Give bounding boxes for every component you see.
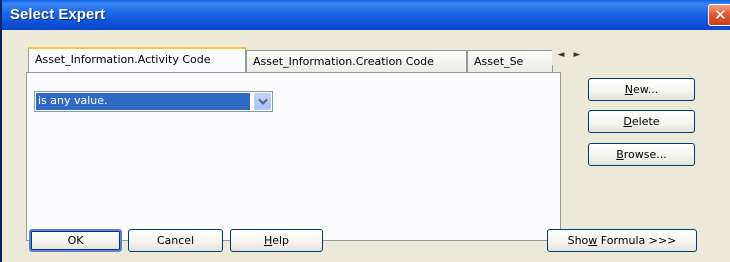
chevron-down-icon	[258, 98, 268, 105]
browse-button[interactable]: Browse...	[588, 143, 695, 166]
dialog-title: Select Expert	[10, 6, 106, 23]
tab-scroll-controls: ◄ ►	[552, 48, 586, 65]
cancel-button[interactable]: Cancel	[128, 229, 223, 252]
tab-activity-code[interactable]: Asset_Information.Activity Code	[28, 47, 246, 72]
dialog-body: Asset_Information.Activity Code Asset_In…	[4, 30, 730, 262]
chevron-right-icon[interactable]: ►	[570, 48, 584, 63]
close-button[interactable]: ✕	[708, 4, 730, 26]
tab-label: Asset_Information.Activity Code	[35, 53, 211, 66]
close-icon: ✕	[714, 6, 727, 24]
tab-asset-se[interactable]: Asset_Se	[467, 50, 553, 72]
ok-button[interactable]: OK	[29, 229, 122, 252]
tab-panel: is any value.	[26, 72, 561, 241]
condition-select[interactable]: is any value.	[34, 91, 273, 112]
dropdown-button[interactable]	[254, 93, 271, 110]
title-bar[interactable]: Select Expert ✕	[2, 0, 730, 30]
help-button[interactable]: Help	[230, 229, 323, 252]
new-button[interactable]: New...	[588, 78, 695, 101]
condition-selected-value: is any value.	[36, 93, 250, 110]
chevron-left-icon[interactable]: ◄	[554, 48, 568, 63]
tab-creation-code[interactable]: Asset_Information.Creation Code	[246, 50, 467, 72]
tab-label: Asset_Se	[474, 55, 524, 68]
select-expert-dialog: Select Expert ✕ Asset_Information.Activi…	[0, 0, 730, 262]
tab-label: Asset_Information.Creation Code	[253, 55, 434, 68]
delete-button[interactable]: Delete	[588, 110, 695, 133]
show-formula-button[interactable]: Show Formula >>>	[547, 229, 697, 252]
